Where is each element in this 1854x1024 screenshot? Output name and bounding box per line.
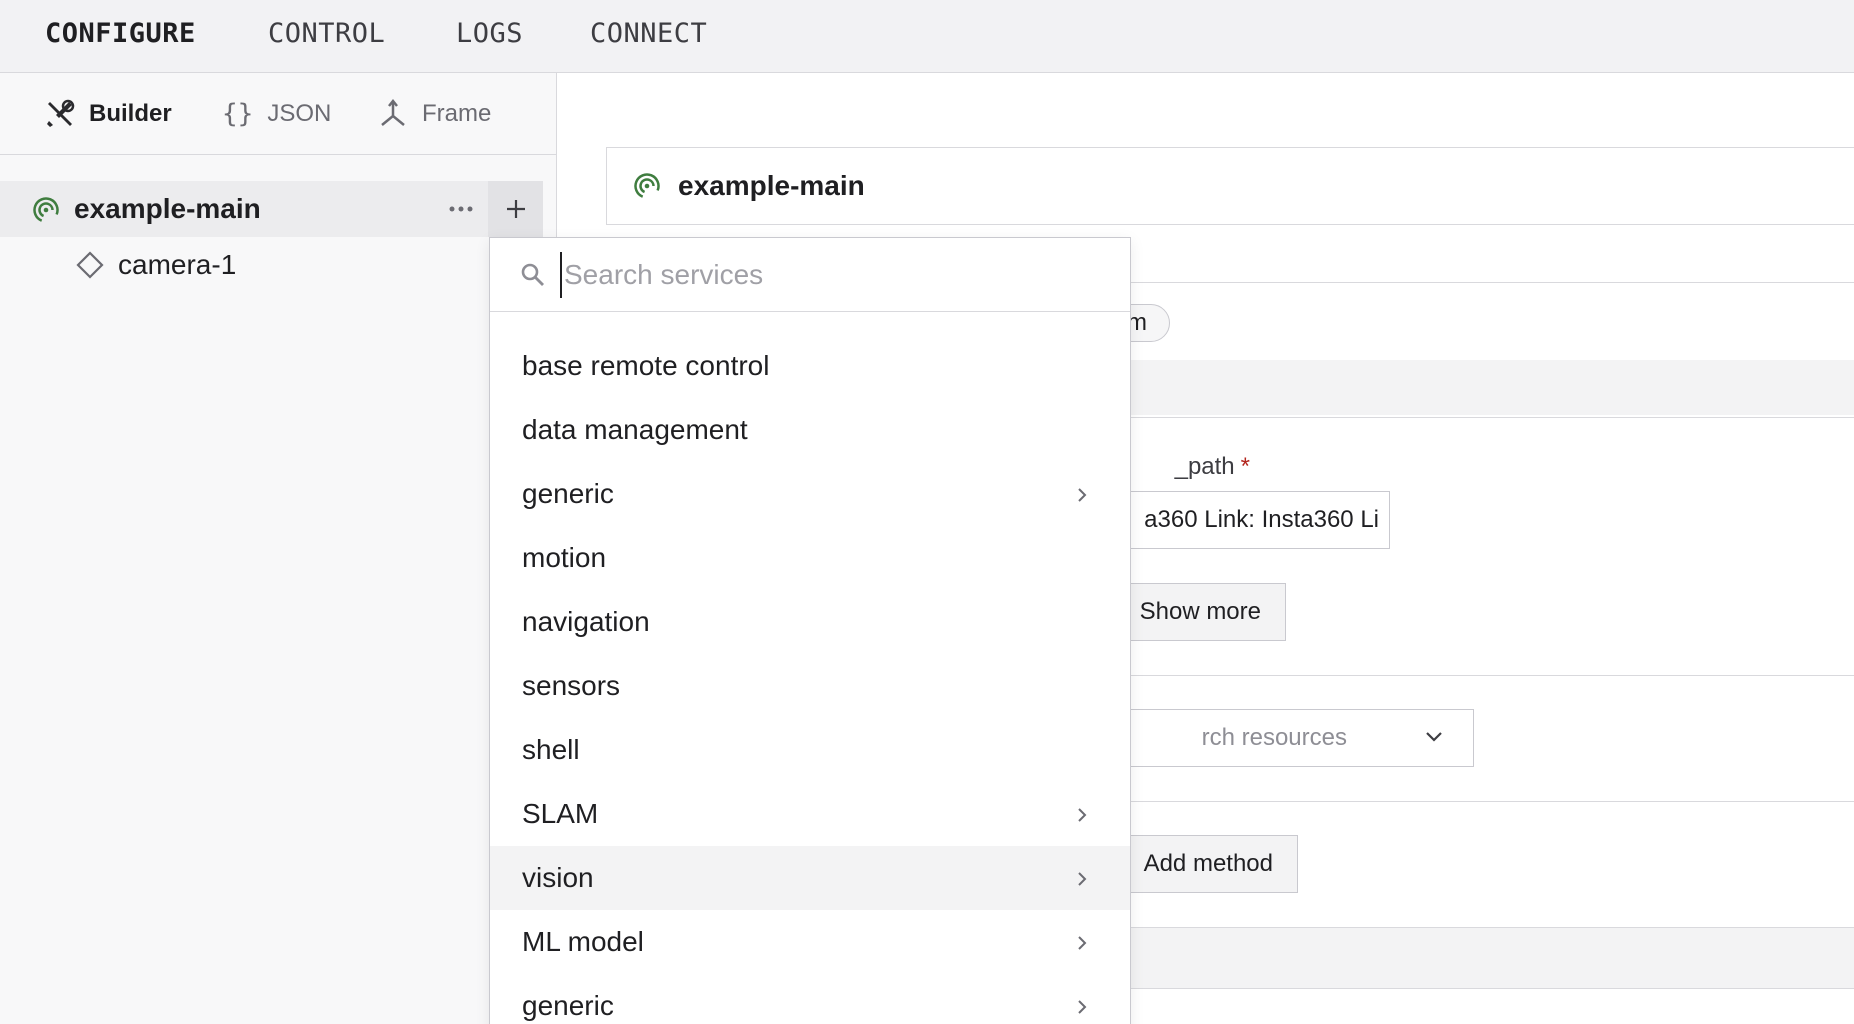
nav-tab-configure[interactable]: CONFIGURE <box>45 0 196 72</box>
service-option-label: generic <box>522 990 614 1021</box>
add-resource-button[interactable] <box>488 181 543 237</box>
plus-icon <box>506 200 525 218</box>
machine-card-title: example-main <box>678 170 865 201</box>
tab-frame-label: Frame <box>422 100 492 127</box>
service-option[interactable]: navigation <box>490 590 1130 654</box>
service-option[interactable]: sensors <box>490 654 1130 718</box>
service-option[interactable]: ML model <box>490 910 1130 974</box>
axes-icon <box>378 99 408 129</box>
service-option-label: generic <box>522 478 614 509</box>
chevron-right-icon <box>1076 934 1088 957</box>
tab-json[interactable]: {} JSON <box>222 73 331 155</box>
service-option[interactable]: base remote control <box>490 334 1130 398</box>
machine-status-icon <box>32 196 60 229</box>
service-option-label: sensors <box>522 670 621 701</box>
machine-card-header: example-main <box>606 147 1854 225</box>
nav-tab-logs[interactable]: LOGS <box>456 0 523 72</box>
service-option[interactable]: generic <box>490 974 1130 1024</box>
tab-builder[interactable]: Builder <box>45 73 172 155</box>
chevron-right-icon <box>1076 806 1088 829</box>
view-tabs: Builder {} JSON Frame <box>0 73 556 155</box>
path-field-label-text: _path <box>1174 453 1235 480</box>
service-option[interactable]: SLAM <box>490 782 1130 846</box>
service-option-label: ML model <box>522 926 644 957</box>
services-search <box>490 238 1130 312</box>
tab-frame[interactable]: Frame <box>378 73 491 155</box>
resources-placeholder: rch resources <box>1201 724 1347 751</box>
path-select-value: a360 Link: Insta360 Li <box>1144 506 1379 533</box>
service-option-label: navigation <box>522 606 650 637</box>
machine-status-icon <box>633 172 661 205</box>
service-option[interactable]: shell <box>490 718 1130 782</box>
more-options-icon[interactable] <box>442 181 480 237</box>
services-search-input[interactable] <box>560 252 1100 298</box>
service-option-label: motion <box>522 542 607 573</box>
nav-tab-control[interactable]: CONTROL <box>268 0 385 72</box>
tree-item-machine-label: example-main <box>74 193 261 224</box>
service-option-label: shell <box>522 734 580 765</box>
chevron-right-icon <box>1076 870 1088 893</box>
chevron-right-icon <box>1076 998 1088 1021</box>
tree-item-machine[interactable]: example-main <box>0 181 543 237</box>
chevron-down-icon <box>1425 730 1443 749</box>
search-icon <box>520 262 546 293</box>
required-mark: * <box>1240 453 1250 480</box>
service-option-label: base remote control <box>522 350 770 381</box>
tab-json-label: JSON <box>267 100 332 127</box>
tools-icon <box>45 99 75 129</box>
top-navigation: CONFIGURE CONTROL LOGS CONNECT <box>0 0 1854 73</box>
show-more-label: Show more <box>1139 598 1261 625</box>
service-option-label: data management <box>522 414 748 445</box>
left-panel: Builder {} JSON Frame example-main camer… <box>0 73 557 1024</box>
service-option[interactable]: vision <box>490 846 1130 910</box>
chevron-right-icon <box>1076 486 1088 509</box>
tab-builder-label: Builder <box>89 100 172 127</box>
service-option[interactable]: data management <box>490 398 1130 462</box>
service-option-label: vision <box>522 862 594 893</box>
service-option[interactable]: motion <box>490 526 1130 590</box>
braces-icon: {} <box>222 99 254 129</box>
service-option[interactable]: generic <box>490 462 1130 526</box>
tree-item-component[interactable]: camera-1 <box>0 237 490 293</box>
services-dropdown: base remote control data management generi… <box>489 237 1131 1024</box>
diamond-icon <box>76 251 104 284</box>
nav-tab-connect[interactable]: CONNECT <box>590 0 707 72</box>
add-method-label: Add method <box>1143 850 1273 877</box>
tree-item-component-label: camera-1 <box>118 249 237 280</box>
service-option-label: SLAM <box>522 798 599 829</box>
